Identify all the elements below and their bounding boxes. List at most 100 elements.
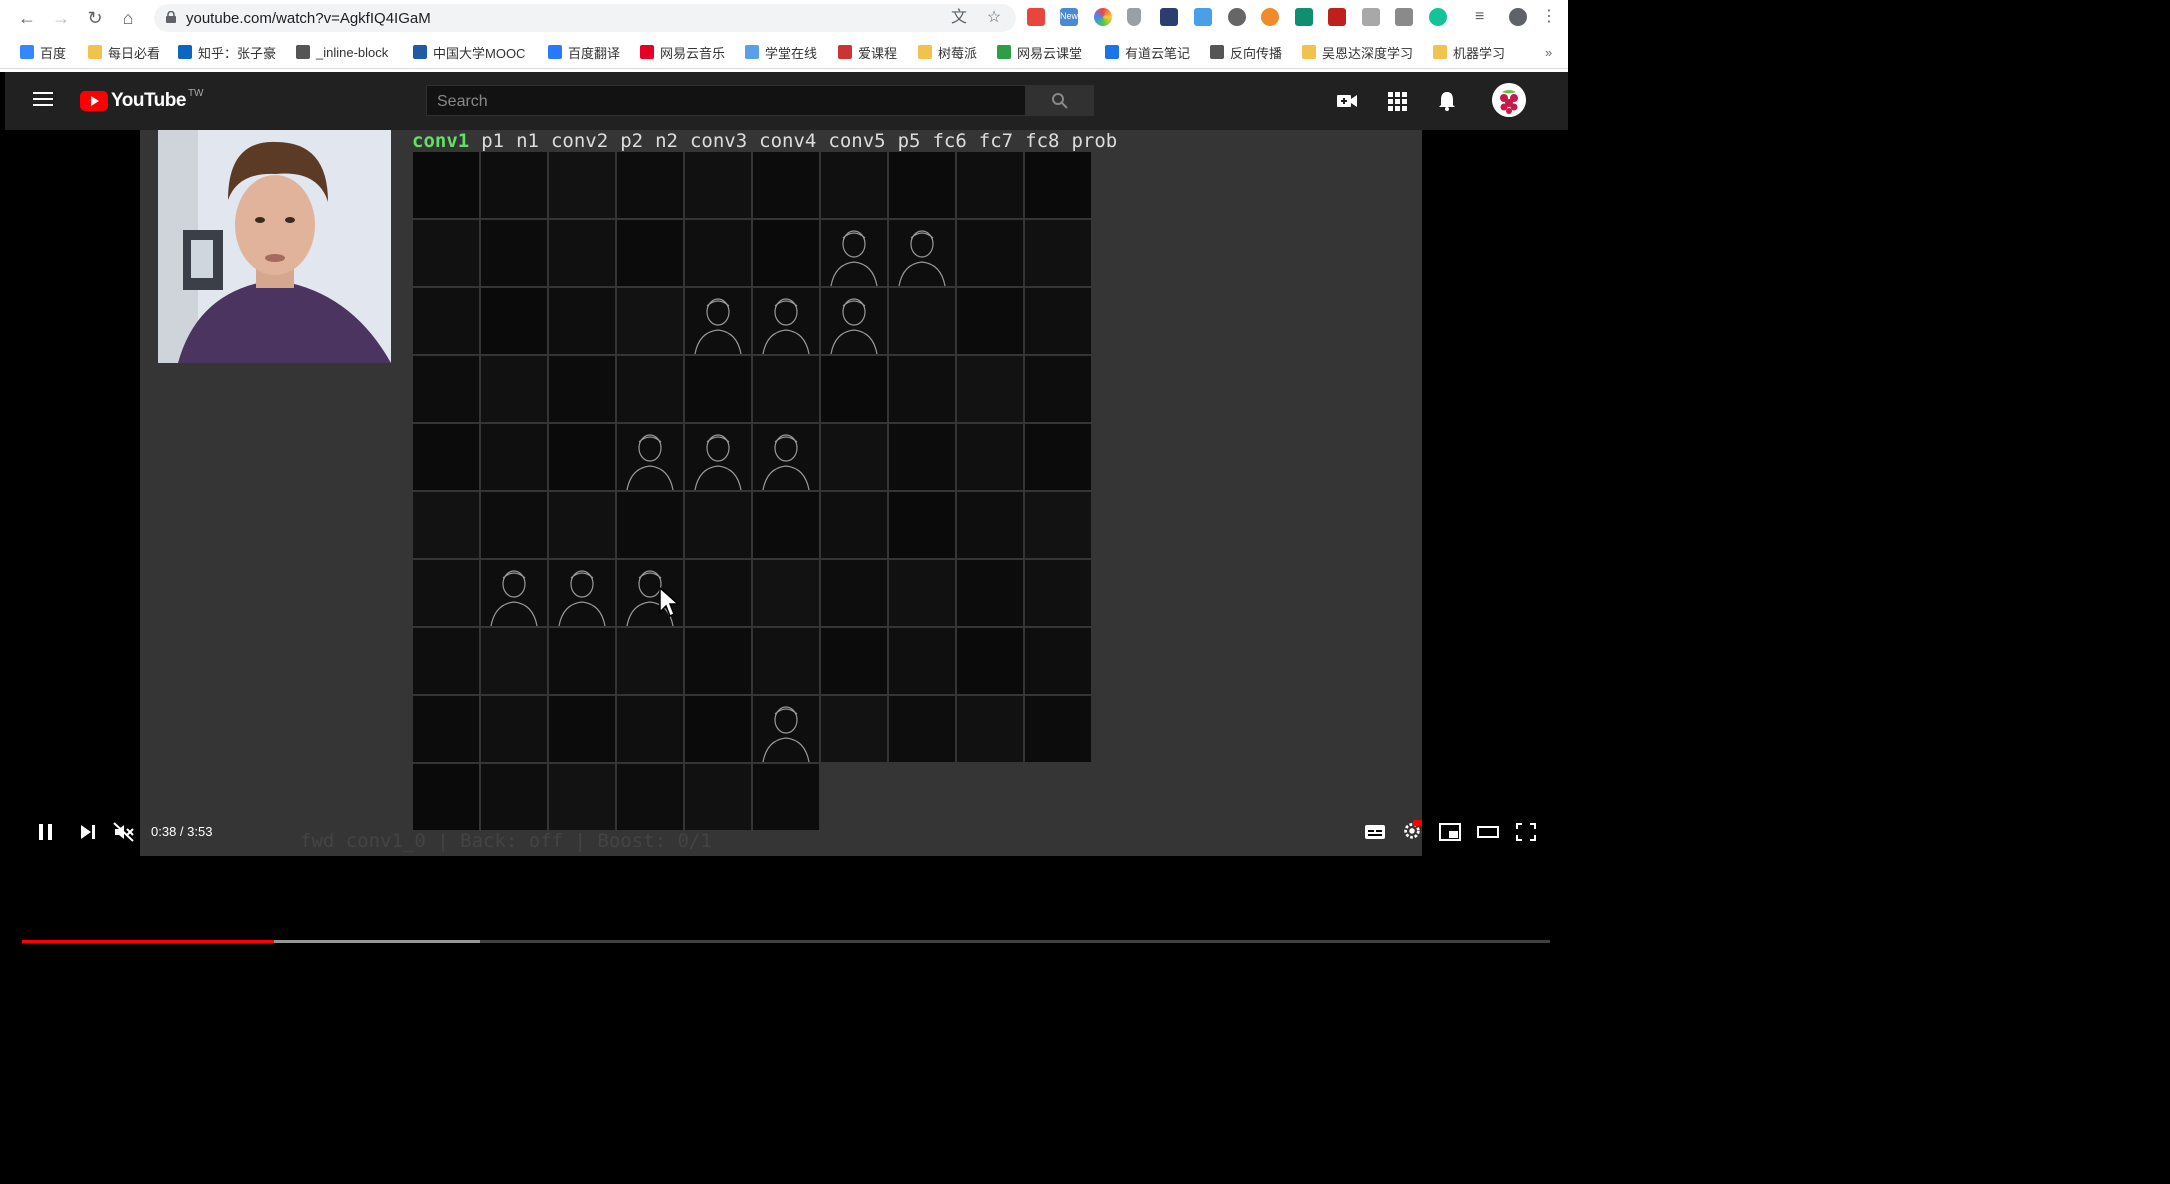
bookmark-item[interactable]: 树莓派 (918, 42, 977, 62)
apps-grid-icon[interactable] (1386, 90, 1408, 112)
translate-icon[interactable]: 文 (949, 8, 969, 28)
activation-cell (617, 220, 683, 286)
layer-tab[interactable]: prob (1071, 130, 1117, 152)
progress-bar[interactable] (22, 940, 1550, 943)
extension-icon-grey[interactable] (1362, 8, 1380, 26)
bookmark-item[interactable]: 百度 (20, 42, 66, 62)
next-icon[interactable] (77, 822, 99, 842)
orange-extension-icon[interactable] (1261, 8, 1279, 26)
avatar[interactable] (1492, 83, 1526, 117)
mouse-cursor-icon (659, 586, 680, 618)
activation-cell (481, 356, 547, 422)
layer-tab[interactable]: n2 (655, 130, 678, 152)
bookmark-item[interactable]: 中国大学MOOC (413, 42, 525, 62)
menu-dots-icon[interactable]: ⋮ (1540, 8, 1558, 26)
omnibox[interactable]: youtube.com/watch?v=AgkfIQ4IGaM 文 ☆ (154, 4, 1016, 32)
hamburger-menu-icon[interactable] (33, 92, 53, 108)
activation-cell (1025, 628, 1091, 694)
forward-icon[interactable]: → (49, 6, 73, 30)
pause-icon[interactable] (35, 822, 57, 842)
reading-list-icon[interactable]: ≡ (1475, 8, 1493, 26)
s-extension-icon[interactable] (1295, 8, 1313, 26)
bookmark-item[interactable]: _inline-block (296, 42, 388, 62)
layer-tab[interactable]: p1 (481, 130, 504, 152)
pdf-icon[interactable] (1328, 8, 1346, 26)
bookmark-label: 百度 (40, 45, 67, 61)
bookmark-item[interactable]: 有道云笔记 (1105, 42, 1190, 62)
bookmark-item[interactable]: 机器学习 (1433, 42, 1505, 62)
shield-icon[interactable] (1127, 8, 1141, 26)
more-bookmarks-icon[interactable]: » (1545, 42, 1552, 62)
profile-icon[interactable] (1509, 8, 1527, 26)
extension-icon-new[interactable]: New (1060, 8, 1078, 26)
activation-cell (889, 696, 955, 762)
youtube-logo[interactable]: YouTube TW (80, 88, 204, 112)
folder-icon (88, 45, 102, 59)
subtitles-icon[interactable] (1364, 822, 1386, 842)
layer-tab[interactable]: conv3 (690, 130, 747, 152)
activation-cell (617, 696, 683, 762)
video-player[interactable]: conv1 p1 n1 conv2 p2 n2 conv3 conv4 conv5 p5 fc6 fc… (5, 130, 1568, 943)
extension-icon-color[interactable] (1094, 8, 1112, 26)
activation-cell (617, 424, 683, 491)
git-zip-icon[interactable] (1395, 8, 1413, 26)
youtube-play-icon (80, 91, 108, 111)
layer-tab-active[interactable]: conv1 (412, 130, 469, 152)
activation-cell (685, 152, 751, 218)
bookmark-item[interactable]: 网易云课堂 (997, 42, 1082, 62)
zhihu-icon (178, 45, 192, 59)
activation-cell (685, 696, 751, 762)
bookmark-item[interactable]: 百度翻译 (548, 42, 620, 62)
monitor-icon[interactable] (1194, 8, 1212, 26)
mute-icon[interactable] (113, 822, 135, 842)
bookmark-item[interactable]: 学堂在线 (745, 42, 817, 62)
circle-icon[interactable] (1228, 8, 1246, 26)
activation-cell (413, 288, 479, 354)
layer-tab[interactable]: conv4 (759, 130, 816, 152)
activation-cell (753, 560, 819, 626)
bookmark-item[interactable]: 知乎：张子豪 (178, 42, 276, 62)
layer-tab[interactable]: n1 (516, 130, 539, 152)
activation-cell (549, 220, 615, 286)
grammarly-icon[interactable] (1429, 8, 1447, 26)
activation-cell (413, 356, 479, 422)
create-video-icon[interactable] (1336, 90, 1358, 112)
activation-cell (617, 356, 683, 422)
bookmark-item[interactable]: 反向传播 (1210, 42, 1282, 62)
video-frame: conv1 p1 n1 conv2 p2 n2 conv3 conv4 conv5 p5 fc6 fc… (140, 130, 1422, 856)
extension-icon-red[interactable] (1027, 8, 1045, 26)
extension-icon-dark[interactable] (1160, 8, 1178, 26)
activation-cell (1025, 424, 1091, 490)
miniplayer-icon[interactable] (1439, 822, 1461, 842)
search-input[interactable] (427, 86, 1019, 117)
study-icon (997, 45, 1011, 59)
star-icon[interactable]: ☆ (984, 8, 1004, 28)
bookmark-label: 爱课程 (858, 45, 898, 61)
folder-icon (918, 45, 932, 59)
layer-tab[interactable]: fc7 (979, 130, 1013, 152)
address-row: ← → ↻ ⌂ youtube.com/watch?v=AgkfIQ4IGaM … (0, 0, 1568, 36)
fullscreen-icon[interactable] (1515, 822, 1537, 842)
back-icon[interactable]: ← (15, 6, 39, 30)
layer-tab[interactable]: fc6 (932, 130, 966, 152)
settings-gear-icon[interactable] (1401, 820, 1423, 840)
search-button[interactable] (1026, 85, 1094, 116)
bookmark-label: 网易云音乐 (660, 45, 726, 61)
activation-cell (889, 560, 955, 626)
bookmark-item[interactable]: 每日必看 (88, 42, 160, 62)
layer-tab[interactable]: conv2 (551, 130, 608, 152)
layer-tab[interactable]: fc8 (1025, 130, 1059, 152)
activation-cell (957, 628, 1023, 694)
notification-bell-icon[interactable] (1436, 90, 1458, 112)
bookmark-item[interactable]: 吴恩达深度学习 (1302, 42, 1413, 62)
activation-cell (957, 152, 1023, 218)
theater-mode-icon[interactable] (1477, 822, 1499, 842)
layer-tab[interactable]: conv5 (828, 130, 885, 152)
globe-icon (1210, 45, 1224, 59)
home-icon[interactable]: ⌂ (116, 6, 140, 30)
reload-icon[interactable]: ↻ (83, 6, 107, 30)
layer-tab[interactable]: p2 (620, 130, 643, 152)
bookmark-item[interactable]: 爱课程 (838, 42, 897, 62)
bookmark-item[interactable]: 网易云音乐 (640, 42, 725, 62)
layer-tab[interactable]: p5 (898, 130, 921, 152)
